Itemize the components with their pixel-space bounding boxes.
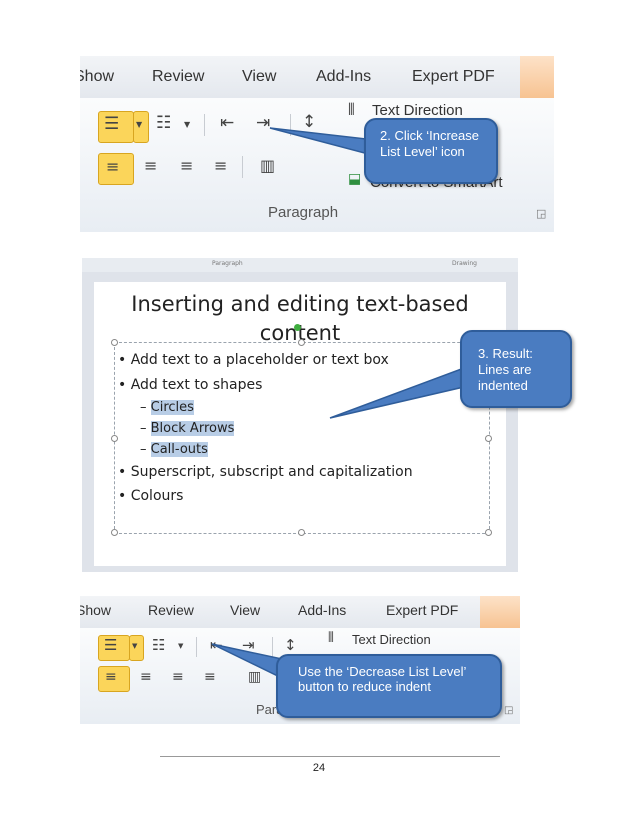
callout-text: Use the ‘Decrease List Level’ button to … <box>298 664 466 694</box>
page-number: 24 <box>312 762 326 774</box>
callout-decrease-list-level: Use the ‘Decrease List Level’ button to … <box>276 654 502 718</box>
footer-rule <box>160 756 500 757</box>
